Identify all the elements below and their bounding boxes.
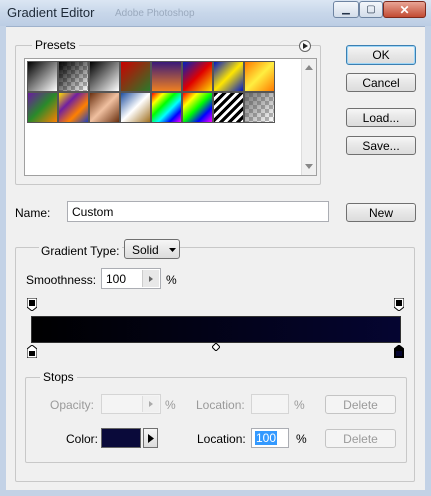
color-stop-icon[interactable] [27, 345, 37, 358]
opacity-location-unit: % [294, 398, 305, 412]
minimize-icon: ▁ [342, 4, 350, 15]
preset-swatch-violet-orange[interactable] [151, 61, 182, 92]
window-frame-bottom [0, 490, 431, 496]
window-title: Gradient Editor [7, 5, 95, 20]
preset-swatch-transparent-rainbow[interactable] [182, 92, 213, 123]
color-menu-button[interactable] [143, 428, 158, 448]
slider-arrow-icon [149, 401, 153, 407]
color-location-unit: % [296, 432, 307, 446]
close-icon: ✕ [399, 2, 410, 17]
color-delete-button[interactable]: Delete [325, 429, 396, 448]
presets-list[interactable] [24, 58, 317, 176]
close-button[interactable]: ✕ [383, 1, 426, 18]
color-location-value: 100 [255, 431, 278, 445]
preset-swatch-red-green[interactable] [120, 61, 151, 92]
opacity-stop-icon[interactable] [27, 298, 37, 311]
opacity-input[interactable] [101, 394, 161, 414]
preset-swatch-black-white[interactable] [89, 61, 120, 92]
opacity-location-input[interactable] [251, 394, 289, 414]
preset-swatch-foreground-to-background[interactable] [27, 61, 58, 92]
play-arrow-icon [303, 43, 308, 49]
smoothness-slider-button[interactable] [142, 270, 159, 287]
preset-swatch-blue-red-yellow[interactable] [182, 61, 213, 92]
window-frame-right [425, 26, 431, 496]
maximize-button[interactable]: ▢ [359, 1, 383, 18]
preset-swatch-chrome[interactable] [120, 92, 151, 123]
stops-label: Stops [40, 370, 77, 384]
opacity-unit: % [165, 398, 176, 412]
play-arrow-icon [147, 433, 154, 443]
presets-scrollbar[interactable] [301, 59, 316, 175]
midpoint-diamond-icon[interactable] [212, 343, 220, 351]
cancel-button[interactable]: Cancel [346, 73, 416, 92]
smoothness-label: Smoothness: [26, 273, 97, 287]
color-location-label: Location: [197, 432, 246, 446]
preset-swatch-blue-yellow-blue[interactable] [213, 61, 244, 92]
color-location-input[interactable]: 100 [251, 428, 289, 448]
ok-button[interactable]: OK [346, 45, 416, 65]
minimize-button[interactable]: ▁ [333, 1, 359, 18]
scroll-up-arrow-icon[interactable] [305, 65, 313, 70]
opacity-stop-icon[interactable] [394, 298, 404, 311]
preset-swatch-violet-green-orange[interactable] [27, 92, 58, 123]
preset-swatch-neutral-density[interactable] [244, 92, 275, 123]
gradient-name-input[interactable]: Custom [67, 201, 329, 222]
preset-swatch-orange-yellow-orange[interactable] [244, 61, 275, 92]
preset-swatch-yellow-violet-orange-blue[interactable] [58, 92, 89, 123]
scroll-down-arrow-icon[interactable] [305, 164, 313, 169]
background-window-title: Adobe Photoshop [115, 8, 195, 19]
stop-color-swatch[interactable] [101, 428, 141, 448]
chevron-down-icon [169, 248, 176, 252]
preset-swatch-copper[interactable] [89, 92, 120, 123]
presets-menu-button[interactable] [299, 40, 311, 52]
stops-group [25, 377, 407, 463]
new-button[interactable]: New [346, 203, 416, 222]
preset-swatch-foreground-to-transparent[interactable] [58, 61, 89, 92]
opacity-location-label: Location: [196, 398, 245, 412]
name-label: Name: [15, 206, 51, 220]
gradient-type-select[interactable]: Solid [124, 239, 180, 259]
smoothness-input[interactable]: 100 [101, 268, 161, 289]
color-stop-icon[interactable] [394, 345, 404, 358]
color-label: Color: [66, 432, 99, 446]
gradient-preview-bar[interactable] [31, 316, 401, 343]
opacity-slider-button[interactable] [142, 396, 159, 412]
opacity-label: Opacity: [50, 398, 95, 412]
title-bar[interactable]: Gradient Editor Adobe Photoshop ▁ ▢ ✕ [0, 0, 431, 27]
presets-label: Presets [32, 38, 79, 52]
smoothness-value: 100 [106, 272, 127, 286]
gradient-type-label: Gradient Type: [39, 244, 122, 258]
preset-swatch-spectrum[interactable] [151, 92, 182, 123]
opacity-delete-button[interactable]: Delete [325, 395, 396, 414]
smoothness-unit: % [166, 273, 177, 287]
slider-arrow-icon [149, 275, 153, 282]
save-button[interactable]: Save... [346, 136, 416, 155]
maximize-icon: ▢ [366, 4, 376, 15]
load-button[interactable]: Load... [346, 108, 416, 127]
preset-swatch-transparent-stripes[interactable] [213, 92, 244, 123]
gradient-type-value: Solid [132, 243, 159, 257]
